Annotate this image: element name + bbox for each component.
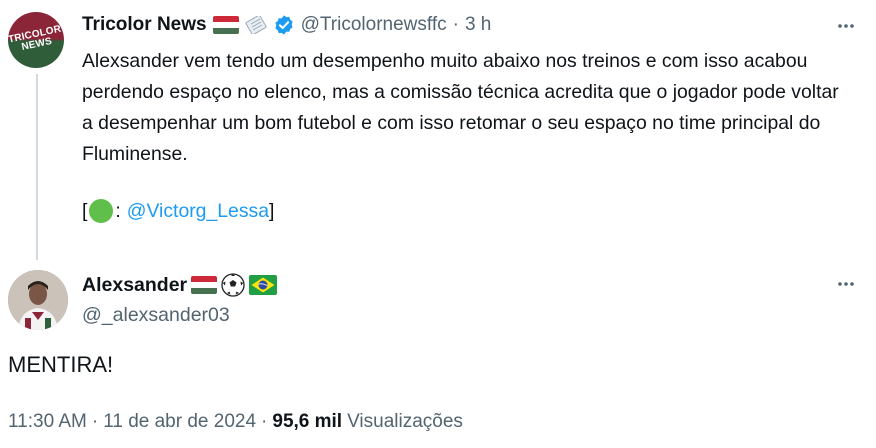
display-name[interactable]: Tricolor News — [82, 14, 207, 36]
more-icon[interactable] — [836, 16, 856, 36]
handle[interactable]: @Tricolornewsffc — [301, 14, 447, 36]
newspaper-icon — [245, 16, 267, 34]
avatar-photo — [8, 270, 68, 330]
bracket-close: ] — [269, 200, 275, 222]
post-date[interactable]: 11 de abr de 2024 — [103, 411, 256, 433]
verified-badge-icon[interactable] — [273, 14, 295, 36]
credit-colon: : — [115, 200, 121, 222]
hungary-flag-icon — [191, 276, 218, 294]
hungary-flag-icon — [212, 16, 239, 34]
handle[interactable]: @_alexsander03 — [82, 304, 230, 327]
tricolor-news-avatar[interactable]: TRICOLOR NEWS — [8, 12, 64, 68]
green-circle-icon — [89, 199, 114, 223]
meta-separator: · — [261, 411, 268, 432]
tweet-meta: 11:30 AM · 11 de abr de 2024 · 95,6 mil … — [8, 411, 463, 433]
meta-separator: · — [91, 411, 99, 432]
soccer-ball-icon — [221, 273, 245, 297]
tweet1-credit: [ : @Victorg_Lessa ] — [82, 196, 274, 226]
display-name[interactable]: Alexsander — [82, 274, 187, 297]
alexsander-avatar[interactable] — [8, 270, 68, 330]
mention-link[interactable]: @Victorg_Lessa — [127, 196, 269, 226]
thread-line — [36, 74, 38, 260]
tweet2-text: MENTIRA! — [8, 352, 114, 377]
bracket-open: [ — [82, 200, 88, 222]
more-icon[interactable] — [836, 274, 856, 294]
separator: · — [452, 14, 459, 35]
tweet-text: Alexsander vem tendo um desempenho muito… — [82, 50, 839, 165]
brazil-flag-icon — [249, 275, 278, 295]
tweet1-header: Tricolor News @Tricolornewsffc · 3 h — [82, 12, 491, 38]
views-label: Visualizações — [347, 411, 463, 432]
timestamp[interactable]: 3 h — [465, 14, 491, 36]
avatar-logo: TRICOLOR NEWS — [8, 23, 63, 53]
views-count: 95,6 mil — [272, 411, 343, 432]
tweet2-header: Alexsander — [82, 271, 278, 299]
post-time[interactable]: 11:30 AM — [8, 411, 87, 433]
tweet1-body: Alexsander vem tendo um desempenho muito… — [82, 46, 852, 170]
